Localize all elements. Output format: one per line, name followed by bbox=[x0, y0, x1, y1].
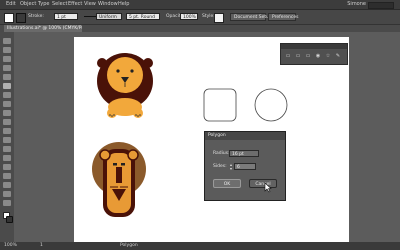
tools-panel bbox=[0, 32, 15, 242]
lion2-eye-right bbox=[121, 163, 125, 166]
style-swatch[interactable] bbox=[214, 13, 224, 23]
sides-input[interactable]: 6 bbox=[234, 163, 256, 170]
hand-tool[interactable] bbox=[3, 191, 11, 197]
scale-tool[interactable] bbox=[3, 119, 11, 125]
selection-tool[interactable] bbox=[3, 38, 11, 44]
menu-bar: Edit Object Type Select Effect View Wind… bbox=[0, 0, 400, 10]
menu-select[interactable]: Select bbox=[52, 0, 67, 9]
stroke-swatch[interactable] bbox=[16, 13, 26, 23]
ok-button[interactable]: OK bbox=[213, 179, 241, 188]
width-tool[interactable] bbox=[3, 128, 11, 134]
panel-header[interactable] bbox=[281, 44, 347, 49]
eyedropper-tool[interactable] bbox=[3, 164, 11, 170]
pathfinder-icon[interactable]: ▭ bbox=[305, 53, 311, 59]
stroke-color-icon[interactable] bbox=[6, 216, 13, 223]
ellipse-shape[interactable] bbox=[254, 88, 294, 128]
document-tab-bar: Illustrations.ai* @ 100% (CMYK/Preview) bbox=[0, 25, 400, 32]
opacity-input[interactable]: 100% bbox=[180, 13, 198, 20]
stroke-label: Stroke: bbox=[28, 14, 44, 19]
stroke-profile-dropdown[interactable]: Uniform bbox=[96, 13, 122, 20]
brush-tool[interactable] bbox=[3, 92, 11, 98]
menu-type[interactable]: Type bbox=[38, 0, 49, 9]
pencil-tool[interactable] bbox=[3, 101, 11, 107]
menu-view[interactable]: View bbox=[84, 0, 96, 9]
lion2-nose-bridge bbox=[116, 167, 122, 183]
menu-help[interactable]: Help bbox=[118, 0, 129, 9]
menu-edit[interactable]: Edit bbox=[6, 0, 16, 9]
document-tab[interactable]: Illustrations.ai* @ 100% (CMYK/Preview) bbox=[4, 25, 82, 32]
line-tool[interactable] bbox=[3, 74, 11, 80]
shape-builder-tool[interactable] bbox=[3, 146, 11, 152]
brushes-icon[interactable]: ✎ bbox=[335, 53, 341, 59]
artboard-number[interactable]: 1 bbox=[40, 242, 43, 250]
align-icon[interactable]: ▭ bbox=[285, 53, 291, 59]
radius-label: Radius: bbox=[213, 151, 230, 156]
symbols-icon[interactable]: ☆ bbox=[325, 53, 331, 59]
polygon-dialog: Polygon Radius: 16 pt Sides: ▴ ▾ 6 OK Can… bbox=[204, 131, 286, 201]
direct-selection-tool[interactable] bbox=[3, 47, 11, 53]
zoom-tool[interactable] bbox=[3, 200, 11, 206]
free-transform-tool[interactable] bbox=[3, 137, 11, 143]
artboard-tool[interactable] bbox=[3, 182, 11, 188]
stroke-weight-dropdown[interactable]: 1 pt bbox=[54, 13, 78, 20]
workspace-switcher[interactable]: Simone bbox=[347, 0, 366, 9]
status-bar: 100% 1 Polygon bbox=[0, 242, 400, 250]
zoom-level[interactable]: 100% bbox=[4, 242, 17, 250]
type-tool[interactable] bbox=[3, 65, 11, 71]
lion2-ear-right bbox=[127, 149, 139, 161]
style-label: Style: bbox=[202, 14, 215, 19]
rotate-tool[interactable] bbox=[3, 110, 11, 116]
gradient-tool[interactable] bbox=[3, 155, 11, 161]
blend-tool[interactable] bbox=[3, 173, 11, 179]
brush-dropdown[interactable]: 5 pt. Round bbox=[126, 13, 160, 20]
sides-stepper-icon[interactable]: ▴ ▾ bbox=[229, 163, 233, 171]
current-tool-label: Polygon bbox=[120, 243, 138, 248]
dialog-title[interactable]: Polygon bbox=[205, 132, 285, 140]
lion2-eye-left bbox=[113, 163, 117, 166]
menu-window[interactable]: Window bbox=[98, 0, 118, 9]
document-setup-button[interactable]: Document Setup bbox=[230, 13, 272, 21]
lion2-ear-left bbox=[99, 149, 111, 161]
pen-tool[interactable] bbox=[3, 56, 11, 62]
control-bar: Stroke: 1 pt Uniform 5 pt. Round Opacity… bbox=[0, 10, 400, 25]
radius-input[interactable]: 16 pt bbox=[229, 150, 259, 157]
menu-object[interactable]: Object bbox=[20, 0, 36, 9]
transform-icon[interactable]: ▭ bbox=[295, 53, 301, 59]
preferences-button[interactable]: Preferences bbox=[268, 13, 298, 21]
mouse-cursor-icon bbox=[264, 182, 272, 193]
tools-mini-panel: ▭ ▭ ▭ ◉ ☆ ✎ bbox=[280, 43, 348, 65]
menu-effect[interactable]: Effect bbox=[68, 0, 82, 9]
appearance-icon[interactable]: ◉ bbox=[315, 53, 321, 59]
rounded-rectangle-shape[interactable] bbox=[203, 88, 243, 128]
search-input[interactable] bbox=[368, 2, 394, 9]
sides-label: Sides: bbox=[213, 164, 227, 169]
fill-swatch[interactable] bbox=[4, 13, 14, 23]
shape-tool[interactable] bbox=[3, 83, 11, 89]
